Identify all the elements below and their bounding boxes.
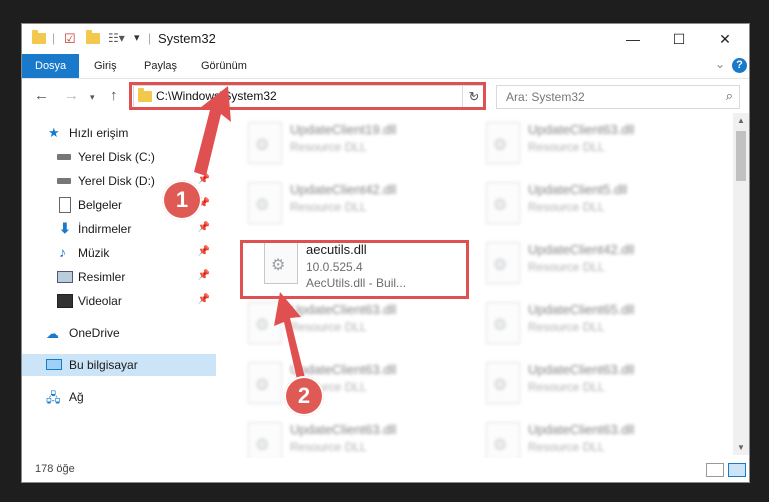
explorer-window: | ☑ ☷▾ ▾ | System32 — ☐ ✕ Dosya Giriş Pa…	[22, 24, 749, 482]
step-two-badge: 2	[284, 376, 324, 416]
step-one-badge: 1	[162, 180, 202, 220]
arrow-one	[194, 86, 231, 176]
annotation-arrows	[194, 86, 306, 384]
arrow-two	[274, 292, 306, 384]
